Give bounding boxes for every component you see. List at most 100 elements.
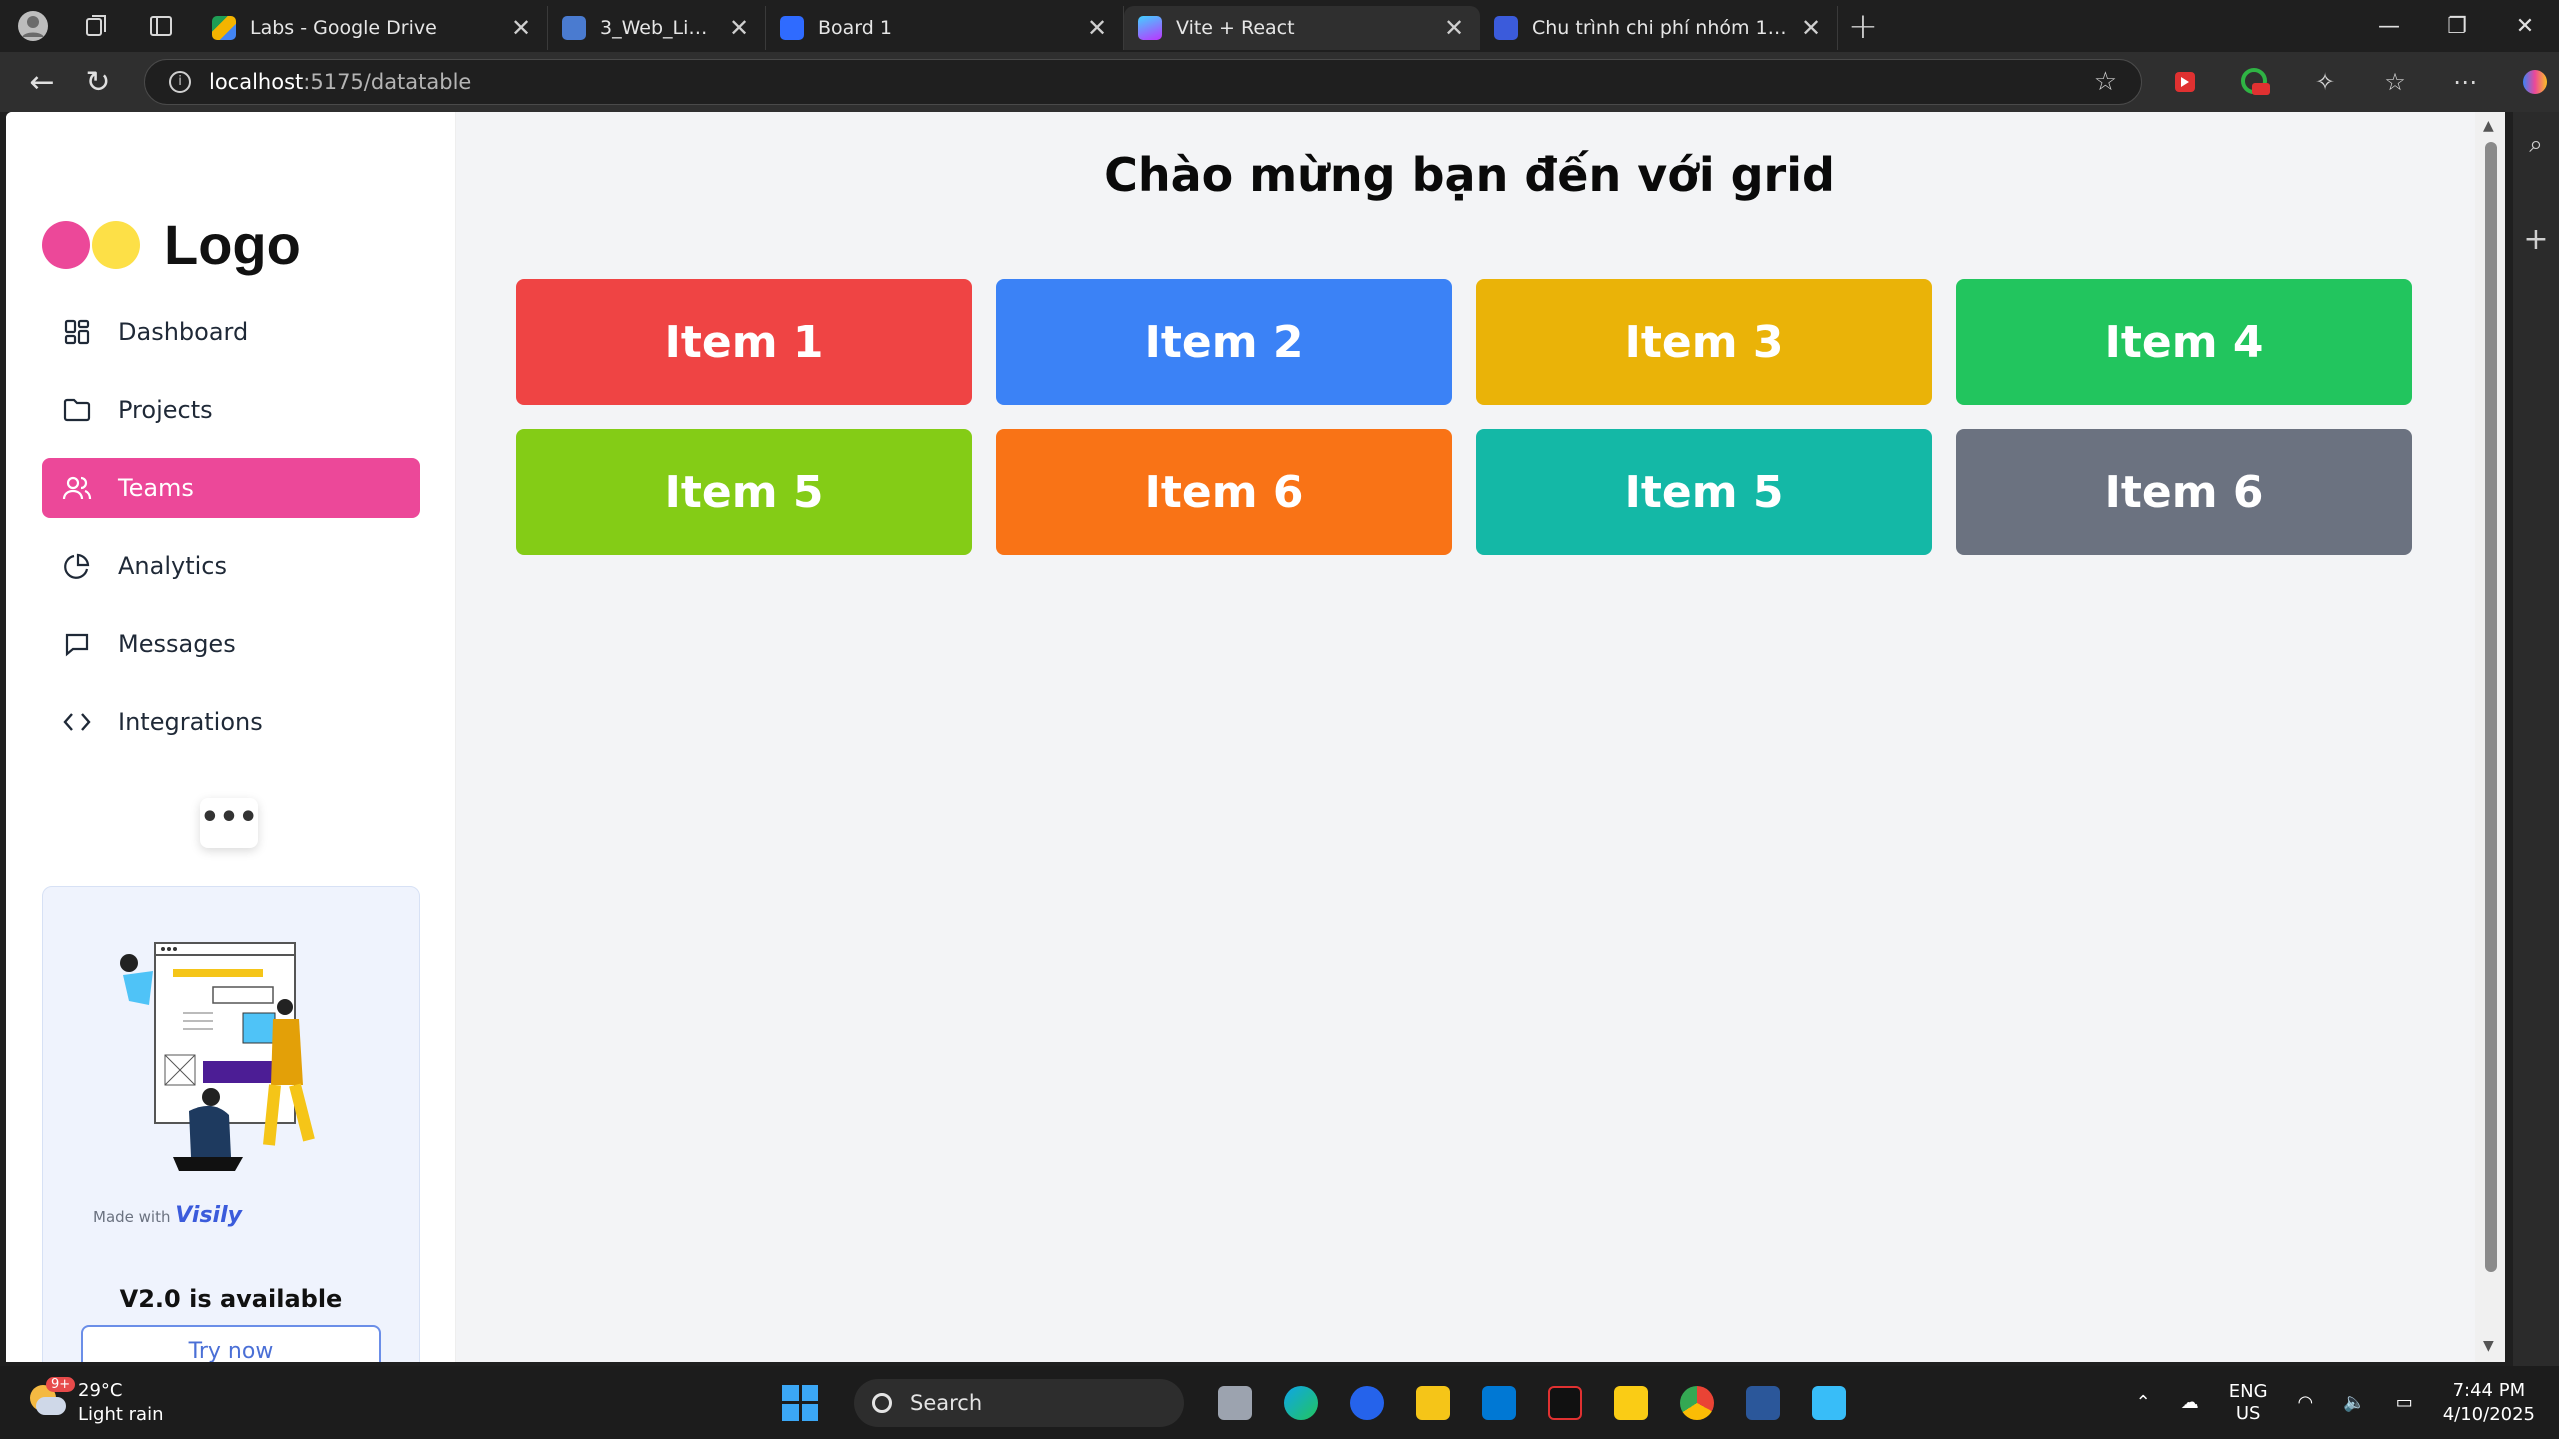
zalo-icon[interactable]	[1350, 1385, 1384, 1420]
tab-close-icon[interactable]: ✕	[1799, 14, 1823, 42]
tab-web-link-labs[interactable]: 3_Web_Link_Labs_ReactJS_Online ✕	[548, 6, 766, 50]
tab-chu-trinh[interactable]: Chu trình chi phí nhóm 1 - Bài thu ✕	[1480, 6, 1838, 50]
try-now-button[interactable]: Try now	[81, 1325, 381, 1362]
back-icon[interactable]: ←	[14, 65, 70, 100]
more-button[interactable]: •••	[200, 798, 258, 848]
sidebar-item-teams[interactable]: Teams	[42, 458, 420, 518]
search-icon	[872, 1392, 892, 1413]
logo-yellow-dot	[92, 220, 140, 269]
tab-close-icon[interactable]: ✕	[1085, 14, 1109, 42]
windows-start-icon[interactable]	[782, 1384, 818, 1421]
profile-icon[interactable]	[16, 9, 50, 43]
chevron-up-icon[interactable]: ⌃	[2136, 1392, 2151, 1413]
grid-item-2: Item 2	[996, 279, 1452, 405]
logo-text: Logo	[164, 213, 301, 276]
close-window-icon[interactable]: ✕	[2491, 14, 2559, 39]
favorite-star-icon[interactable]: ☆	[2094, 67, 2117, 97]
copilot-icon[interactable]	[2520, 67, 2550, 97]
message-icon	[62, 629, 92, 659]
new-tab-button[interactable]: +	[1838, 6, 1888, 47]
url-field[interactable]: i localhost:5175/datatable ☆	[144, 59, 2142, 105]
wifi-icon[interactable]: ◠	[2298, 1392, 2314, 1413]
paint-icon[interactable]	[1812, 1385, 1846, 1420]
sidebar-item-analytics[interactable]: Analytics	[42, 536, 420, 596]
tab-bar-left-controls	[0, 9, 198, 43]
item-grid: Item 1 Item 2 Item 3 Item 4 Item 5 Item …	[516, 279, 2416, 555]
scroll-down-icon[interactable]: ▼	[2483, 1338, 2494, 1354]
sidebar-item-dashboard[interactable]: Dashboard	[42, 302, 420, 362]
task-view-icon[interactable]	[1218, 1385, 1252, 1420]
tab-board-1[interactable]: Board 1 ✕	[766, 6, 1124, 50]
logo[interactable]: Logo	[42, 212, 301, 277]
taskbar-search[interactable]: Search	[854, 1378, 1184, 1427]
word-icon[interactable]	[1746, 1385, 1780, 1420]
extension-off-icon[interactable]	[2240, 67, 2270, 97]
grid-item-1: Item 1	[516, 279, 972, 405]
logo-pink-dot	[42, 220, 90, 269]
promo-title: V2.0 is available	[119, 1285, 343, 1313]
url-host: localhost	[209, 70, 304, 94]
favorites-icon[interactable]: ☆	[2380, 67, 2410, 97]
battery-icon[interactable]: ▭	[2396, 1392, 2413, 1413]
extensions-puzzle-icon[interactable]: ✧	[2310, 67, 2340, 97]
sidebar-item-integrations[interactable]: Integrations	[42, 692, 420, 752]
dashboard-icon	[62, 317, 92, 347]
restore-icon[interactable]: ❐	[2423, 14, 2491, 39]
grid-item-4: Item 4	[1956, 279, 2412, 405]
weather-rain-icon: 9+	[26, 1376, 76, 1425]
edge-icon[interactable]	[1284, 1385, 1318, 1420]
system-tray: ⌃ ☁ ENG US ◠ 🔈 ▭ 7:44 PM 4/10/2025	[2136, 1379, 2535, 1427]
sidebar-item-label: Analytics	[118, 552, 227, 580]
workspaces-icon[interactable]	[80, 9, 114, 43]
grid-item-7: Item 5	[1476, 429, 1932, 555]
tab-google-drive[interactable]: Labs - Google Drive ✕	[198, 6, 548, 50]
tab-close-icon[interactable]: ✕	[1442, 14, 1466, 42]
tab-title: 3_Web_Link_Labs_ReactJS_Online	[600, 17, 717, 39]
page-scrollbar[interactable]: ▲ ▼	[2475, 112, 2505, 1362]
code-icon	[62, 707, 92, 737]
language-indicator[interactable]: ENG US	[2229, 1381, 2268, 1425]
grid-item-8: Item 6	[1956, 429, 2412, 555]
windows-taskbar: 9+ 29°C Light rain Search ⌃ ☁ ENG US ◠ 🔈…	[0, 1366, 2559, 1439]
google-docs-favicon-icon	[562, 16, 586, 40]
lang-top: ENG	[2228, 1380, 2268, 1402]
sidebar-item-messages[interactable]: Messages	[42, 614, 420, 674]
tab-title: Chu trình chi phí nhóm 1 - Bài thu	[1532, 17, 1789, 39]
copilot-favicon-icon	[1494, 16, 1518, 40]
refresh-icon[interactable]: ↻	[70, 65, 126, 100]
vscode-icon[interactable]	[1482, 1385, 1516, 1420]
board-favicon-icon	[780, 16, 804, 40]
sidebar: Logo Dashboard Projects Teams Analytics …	[6, 112, 456, 1362]
tab-close-icon[interactable]: ✕	[509, 14, 533, 42]
chrome-icon[interactable]	[1680, 1385, 1714, 1420]
onedrive-cloud-icon[interactable]: ☁	[2181, 1392, 2199, 1413]
sidebar-item-label: Projects	[118, 396, 213, 424]
address-bar-row: ← ↻ i localhost:5175/datatable ☆ ✧ ☆ ⋯	[0, 52, 2559, 112]
clock-time: 7:44 PM	[2452, 1379, 2526, 1401]
weather-widget[interactable]: 9+ 29°C Light rain	[26, 1376, 426, 1427]
scrollbar-thumb[interactable]	[2485, 142, 2497, 1272]
lang-bottom: US	[2235, 1402, 2261, 1424]
extension-red-icon[interactable]	[2170, 67, 2200, 97]
vite-favicon-icon	[1138, 16, 1162, 40]
snipping-tool-icon[interactable]	[1614, 1385, 1648, 1420]
sidebar-menu: Dashboard Projects Teams Analytics Messa…	[42, 302, 420, 770]
scroll-up-icon[interactable]: ▲	[2483, 118, 2494, 134]
vertical-tabs-icon[interactable]	[144, 9, 178, 43]
search-icon[interactable]: ⌕	[2529, 130, 2542, 158]
sidebar-item-projects[interactable]: Projects	[42, 380, 420, 440]
tab-title: Board 1	[818, 17, 892, 39]
more-menu-icon[interactable]: ⋯	[2450, 67, 2480, 97]
page-viewport: Logo Dashboard Projects Teams Analytics …	[6, 112, 2483, 1362]
team-illustration	[120, 942, 315, 1171]
upgrade-promo-card: Made with Visily V2.0 is available Try n…	[42, 886, 420, 1362]
file-explorer-icon[interactable]	[1416, 1385, 1450, 1420]
tab-vite-react[interactable]: Vite + React ✕	[1124, 6, 1480, 50]
site-info-icon[interactable]: i	[169, 71, 191, 93]
minimize-icon[interactable]: —	[2355, 14, 2423, 39]
garena-icon[interactable]	[1548, 1385, 1582, 1420]
clock[interactable]: 7:44 PM 4/10/2025	[2443, 1379, 2535, 1427]
volume-icon[interactable]: 🔈	[2343, 1392, 2365, 1413]
tab-close-icon[interactable]: ✕	[727, 14, 751, 42]
add-icon[interactable]: +	[2523, 222, 2548, 257]
